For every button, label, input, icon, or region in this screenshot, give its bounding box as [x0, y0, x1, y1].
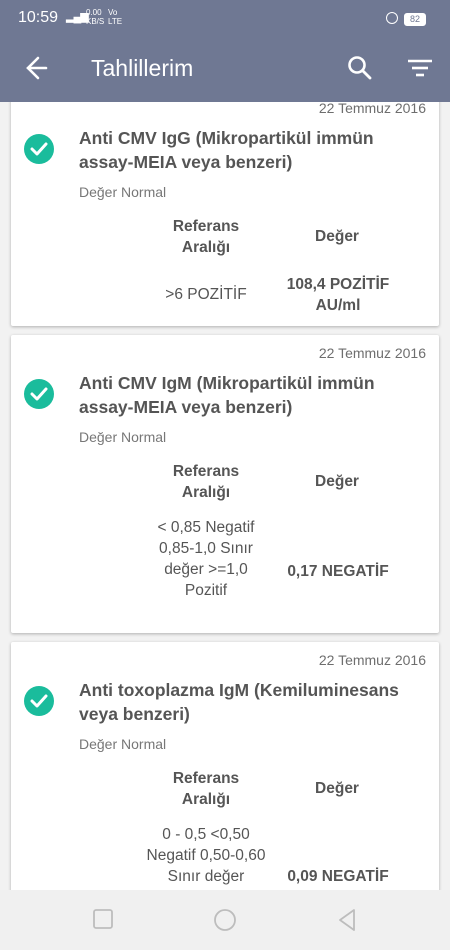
- home-button[interactable]: [213, 908, 237, 937]
- value-status: Değer Normal: [79, 736, 167, 752]
- value-header: Değer: [315, 228, 359, 245]
- signal-icon: ▂▄▆: [66, 11, 89, 23]
- check-icon: [24, 686, 54, 716]
- result-card[interactable]: 22 Temmuz 2016 Anti toxoplazma IgM (Kemi…: [11, 642, 439, 890]
- reference-range: 0 - 0,5 <0,50 Negatif 0,50-0,60 Sınır de…: [146, 826, 266, 885]
- reference-range: >6 POZİTİF: [165, 286, 247, 303]
- reference-range-header: Referans Aralığı: [172, 463, 240, 501]
- check-icon: [24, 379, 54, 409]
- recent-apps-button[interactable]: [92, 908, 114, 935]
- page-title: Tahlillerim: [91, 55, 194, 81]
- app-bar: Tahlillerim: [0, 34, 450, 102]
- reference-range: < 0,85 Negatif 0,85-1,0 Sınır değer >=1,…: [157, 519, 255, 599]
- battery-icon: 82: [404, 13, 426, 26]
- test-name: Anti CMV IgG (Mikropartikül immün assay-…: [79, 128, 374, 172]
- test-value: 0,09 NEGATİF: [287, 868, 389, 885]
- search-icon[interactable]: [344, 52, 376, 84]
- test-value: 108,4 POZİTİF AU/ml: [286, 276, 390, 314]
- rotation-lock-icon: [386, 12, 398, 24]
- result-date: 22 Temmuz 2016: [318, 652, 426, 668]
- result-card[interactable]: 22 Temmuz 2016 Anti CMV IgM (Mikropartik…: [11, 335, 439, 633]
- value-status: Değer Normal: [79, 184, 167, 200]
- network-rate: 0.00 KB/S: [86, 8, 105, 26]
- test-value: 0,17 NEGATİF: [287, 563, 389, 580]
- result-date: 22 Temmuz 2016: [318, 102, 426, 116]
- check-icon: [24, 134, 54, 164]
- results-list[interactable]: 22 Temmuz 2016 Anti CMV IgG (Mikropartik…: [0, 102, 450, 890]
- lte-indicator: Vo LTE: [108, 8, 123, 26]
- test-name: Anti CMV IgM (Mikropartikül immün assay-…: [79, 373, 375, 417]
- value-header: Değer: [315, 473, 359, 490]
- result-card[interactable]: 22 Temmuz 2016 Anti CMV IgG (Mikropartik…: [11, 102, 439, 326]
- reference-range-header: Referans Aralığı: [172, 770, 240, 808]
- test-name: Anti toxoplazma IgM (Kemiluminesans veya…: [79, 680, 399, 724]
- clock: 10:59: [18, 9, 59, 26]
- navigation-bar: [0, 890, 450, 950]
- filter-icon[interactable]: [404, 52, 436, 84]
- back-button[interactable]: [336, 908, 358, 937]
- value-status: Değer Normal: [79, 429, 167, 445]
- arrow-back-icon[interactable]: [16, 52, 52, 84]
- result-date: 22 Temmuz 2016: [318, 345, 426, 361]
- status-bar: 10:59 ▂▄▆ 0.00 KB/S Vo LTE 82: [0, 0, 450, 34]
- reference-range-header: Referans Aralığı: [172, 218, 240, 256]
- value-header: Değer: [315, 780, 359, 797]
